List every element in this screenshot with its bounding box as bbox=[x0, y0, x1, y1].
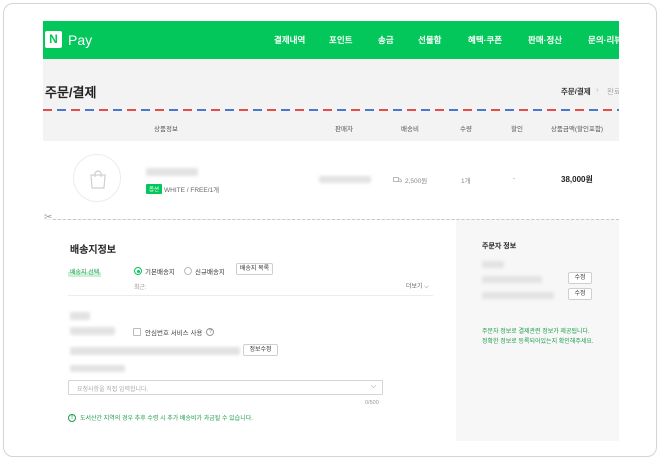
edit-email-button[interactable]: 수정 bbox=[568, 288, 592, 300]
column-header: 상품금액(할인포함) bbox=[550, 126, 604, 133]
shopping-bag-icon bbox=[90, 170, 106, 189]
safe-number-checkbox[interactable]: 안심번호 서비스 사용 ? bbox=[133, 327, 215, 337]
recent-addresses-label: 최근: bbox=[134, 285, 147, 291]
product-amount: 38,000원 bbox=[561, 175, 593, 184]
divider bbox=[68, 295, 433, 296]
shipping-fee-value: 2,500원 bbox=[405, 178, 428, 185]
notice-text: 도서산간 지역의 경우 추후 수령 시 추가 배송비가 과금될 수 있습니다. bbox=[80, 416, 253, 422]
column-header: 배송비 bbox=[401, 126, 419, 133]
orderer-email-blurred bbox=[482, 292, 554, 299]
orderer-name-blurred bbox=[482, 261, 504, 268]
chevron-right-icon: › bbox=[596, 85, 599, 94]
product-table-header: 상품정보 판매자 배송비 수량 할인 상품금액(할인포함) bbox=[43, 113, 619, 141]
page-title: 주문/결제 bbox=[45, 85, 97, 100]
column-header: 수량 bbox=[460, 126, 472, 133]
logo-pay-text: Pay bbox=[68, 31, 93, 48]
safe-number-label: 안심번호 서비스 사용 bbox=[145, 330, 203, 337]
radio-empty-icon bbox=[184, 267, 192, 275]
checkbox-icon bbox=[133, 328, 141, 336]
column-header: 상품정보 bbox=[154, 126, 178, 133]
product-row: 옵션 WHITE / FREE/1개 2,500원 1개 - 38,000원 bbox=[43, 141, 619, 219]
nav-gift-box[interactable]: 선물함 bbox=[418, 34, 441, 46]
radio-default-label: 기본배송지 bbox=[145, 269, 175, 276]
product-thumbnail[interactable] bbox=[73, 154, 121, 202]
shipping-info-section: 배송지정보 배송지 선택 기본배송지 신규배송지 배송지 목록 최근: 더보기 … bbox=[43, 220, 456, 441]
quantity-value: 1개 bbox=[461, 178, 471, 185]
radio-new-address[interactable]: 신규배송지 bbox=[184, 266, 225, 276]
breadcrumb-current: 주문/결제 bbox=[561, 87, 591, 96]
payment-page: N Pay 결제내역 포인트 송금 선물함 혜택·쿠폰 판매·정산 문의·리뷰 … bbox=[43, 21, 619, 441]
orderer-info-section: 주문자 정보 수정 수정 주문자 정보로 결제관련 정보가 제공됩니다. 정확한… bbox=[456, 220, 619, 441]
option-badge: 옵션 bbox=[146, 184, 163, 194]
shipping-select-label: 배송지 선택 bbox=[68, 266, 102, 277]
nav-benefits-coupons[interactable]: 혜택·쿠폰 bbox=[468, 34, 502, 46]
address-blurred bbox=[70, 347, 240, 355]
truck-icon bbox=[393, 177, 402, 182]
airmail-divider bbox=[43, 109, 619, 111]
request-placeholder: 요청사항을 직접 입력합니다. bbox=[77, 387, 149, 393]
top-navigation-bar: N Pay 결제내역 포인트 송금 선물함 혜택·쿠폰 판매·정산 문의·리뷰 bbox=[43, 21, 619, 59]
request-label-blurred bbox=[70, 365, 125, 372]
seller-name-blurred bbox=[319, 176, 371, 183]
radio-default-address[interactable]: 기본배송지 bbox=[134, 266, 175, 276]
column-header: 판매자 bbox=[335, 126, 353, 133]
chevron-down-icon: ⌵ bbox=[370, 383, 376, 390]
shipping-fee: 2,500원 bbox=[393, 175, 427, 185]
radio-selected-icon bbox=[134, 267, 142, 275]
address-list-button[interactable]: 배송지 목록 bbox=[236, 263, 273, 275]
radio-new-label: 신규배송지 bbox=[195, 269, 225, 276]
browser-frame: N Pay 결제내역 포인트 송금 선물함 혜택·쿠폰 판매·정산 문의·리뷰 … bbox=[3, 3, 657, 457]
delivery-request-select[interactable]: 요청사항을 직접 입력합니다. ⌵ bbox=[68, 380, 383, 395]
nav-remittance[interactable]: 송금 bbox=[378, 34, 394, 46]
recipient-label-blurred bbox=[70, 312, 90, 320]
edit-info-button[interactable]: 정보수정 bbox=[243, 344, 278, 356]
orderer-phone-blurred bbox=[482, 276, 542, 283]
character-counter: 0/500 bbox=[365, 400, 379, 406]
product-name-blurred bbox=[146, 168, 198, 176]
help-icon[interactable]: ? bbox=[206, 328, 215, 336]
info-icon: ! bbox=[68, 413, 76, 422]
nav-payment-history[interactable]: 결제내역 bbox=[274, 34, 305, 46]
discount-value: - bbox=[513, 175, 516, 182]
nav-sales-settlement[interactable]: 판매·정산 bbox=[528, 34, 562, 46]
orderer-note-line2: 정확한 정보로 등록되어있는지 확인해주세요. bbox=[482, 339, 594, 345]
breadcrumb-next: 완료 bbox=[607, 87, 619, 96]
product-option: WHITE / FREE/1개 bbox=[164, 187, 220, 194]
logo-n-icon: N bbox=[45, 31, 62, 48]
edit-phone-button[interactable]: 수정 bbox=[568, 272, 592, 284]
nav-inquiry-review[interactable]: 문의·리뷰 bbox=[588, 34, 619, 46]
column-header: 할인 bbox=[511, 126, 523, 133]
orderer-info-title: 주문자 정보 bbox=[482, 243, 517, 250]
nav-points[interactable]: 포인트 bbox=[329, 34, 352, 46]
more-button[interactable]: 더보기 ⌵ bbox=[406, 281, 429, 291]
title-bar: 주문/결제 주문/결제 › 완료 bbox=[43, 59, 619, 109]
recipient-name-blurred bbox=[70, 327, 115, 335]
naver-pay-logo[interactable]: N Pay bbox=[45, 31, 92, 48]
orderer-note-line1: 주문자 정보로 결제관련 정보가 제공됩니다. bbox=[482, 329, 590, 335]
shipping-info-title: 배송지정보 bbox=[70, 245, 116, 256]
remote-area-notice: ! 도서산간 지역의 경우 추후 수령 시 추가 배송비가 과금될 수 있습니다… bbox=[68, 413, 253, 422]
